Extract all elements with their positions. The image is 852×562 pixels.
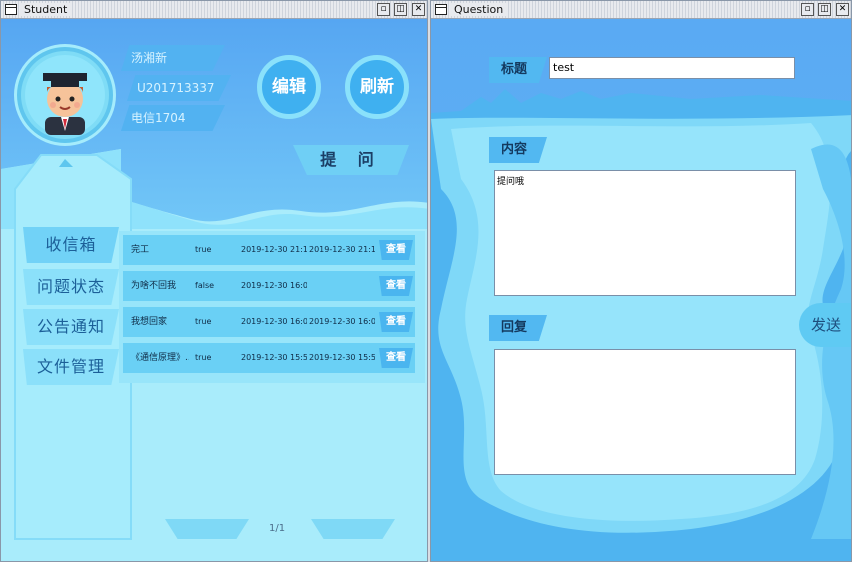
page-indicator: 1/1 bbox=[269, 523, 286, 534]
table-row[interactable]: 完工 true 2019-12-30 21:17:32 2019-12-30 2… bbox=[123, 235, 415, 265]
title-input[interactable]: test bbox=[549, 57, 795, 79]
reply-textarea[interactable] bbox=[494, 349, 796, 475]
row-replied-time: 2019-12-30 21:18:12 bbox=[309, 245, 375, 254]
table-row[interactable]: 《通信原理》... true 2019-12-30 15:58:50 2019-… bbox=[123, 343, 415, 373]
view-button[interactable]: 查看 bbox=[379, 312, 413, 332]
minimize-icon[interactable]: ▫ bbox=[377, 3, 390, 16]
user-name: 汤湘新 bbox=[121, 45, 225, 71]
question-body: 标题 test 内容 提问哦 回复 发送 bbox=[431, 19, 851, 561]
user-class: 电信1704 bbox=[121, 105, 225, 131]
close-icon[interactable]: ✕ bbox=[412, 3, 425, 16]
edit-button[interactable]: 编辑 bbox=[257, 55, 321, 119]
nav-question-status[interactable]: 问题状态 bbox=[23, 269, 119, 305]
row-title: 我想回家 bbox=[131, 317, 168, 327]
prev-page-button[interactable] bbox=[165, 519, 249, 539]
view-button[interactable]: 查看 bbox=[379, 348, 413, 368]
row-created-time: 2019-12-30 16:01:35 bbox=[241, 317, 307, 326]
nav-announcements[interactable]: 公告通知 bbox=[23, 309, 119, 345]
window-icon bbox=[435, 4, 447, 15]
ask-question-button[interactable]: 提 问 bbox=[293, 145, 409, 175]
window-title: Student bbox=[21, 3, 71, 16]
avatar[interactable] bbox=[17, 47, 113, 143]
user-id: U201713337 bbox=[127, 75, 231, 101]
send-button[interactable]: 发送 bbox=[799, 303, 851, 347]
maximize-icon[interactable]: ◫ bbox=[818, 3, 831, 16]
question-titlebar[interactable]: Question ▫ ◫ ✕ bbox=[431, 1, 851, 19]
table-row[interactable]: 为啥不回我 false 2019-12-30 16:02:02 查看 bbox=[123, 271, 415, 301]
close-icon[interactable]: ✕ bbox=[836, 3, 849, 16]
row-created-time: 2019-12-30 16:02:02 bbox=[241, 281, 307, 290]
view-button[interactable]: 查看 bbox=[379, 276, 413, 296]
row-state: false bbox=[195, 281, 215, 290]
minimize-icon[interactable]: ▫ bbox=[801, 3, 814, 16]
next-page-button[interactable] bbox=[311, 519, 395, 539]
refresh-button[interactable]: 刷新 bbox=[345, 55, 409, 119]
title-label: 标题 bbox=[489, 57, 547, 83]
content-label: 内容 bbox=[489, 137, 547, 163]
row-state: true bbox=[195, 353, 212, 362]
nav-file-management[interactable]: 文件管理 bbox=[23, 349, 119, 385]
student-window: Student ▫ ◫ ✕ 汤湘新 U201713337 电信1704 编辑 刷… bbox=[0, 0, 428, 562]
student-avatar-icon bbox=[25, 55, 105, 135]
reply-label: 回复 bbox=[489, 315, 547, 341]
row-created-time: 2019-12-30 15:58:50 bbox=[241, 353, 307, 362]
row-state: true bbox=[195, 245, 212, 254]
window-icon bbox=[5, 4, 17, 15]
row-title: 完工 bbox=[131, 245, 150, 255]
student-titlebar[interactable]: Student ▫ ◫ ✕ bbox=[1, 1, 427, 19]
window-title: Question bbox=[451, 3, 507, 16]
content-textarea[interactable]: 提问哦 bbox=[494, 170, 796, 296]
table-row[interactable]: 我想回家 true 2019-12-30 16:01:35 2019-12-30… bbox=[123, 307, 415, 337]
row-state: true bbox=[195, 317, 212, 326]
row-title: 为啥不回我 bbox=[131, 281, 177, 291]
maximize-icon[interactable]: ◫ bbox=[394, 3, 407, 16]
row-title: 《通信原理》... bbox=[131, 353, 189, 363]
row-replied-time: 2019-12-30 16:02:44 bbox=[309, 317, 375, 326]
row-created-time: 2019-12-30 21:17:32 bbox=[241, 245, 307, 254]
question-window: Question ▫ ◫ ✕ 标题 test 内容 提问哦 回复 发送 bbox=[430, 0, 852, 562]
nav-inbox[interactable]: 收信箱 bbox=[23, 227, 119, 263]
view-button[interactable]: 查看 bbox=[379, 240, 413, 260]
row-replied-time: 2019-12-30 15:59:38 bbox=[309, 353, 375, 362]
student-body: 汤湘新 U201713337 电信1704 编辑 刷新 提 问 收信箱 问题状态… bbox=[1, 19, 427, 561]
